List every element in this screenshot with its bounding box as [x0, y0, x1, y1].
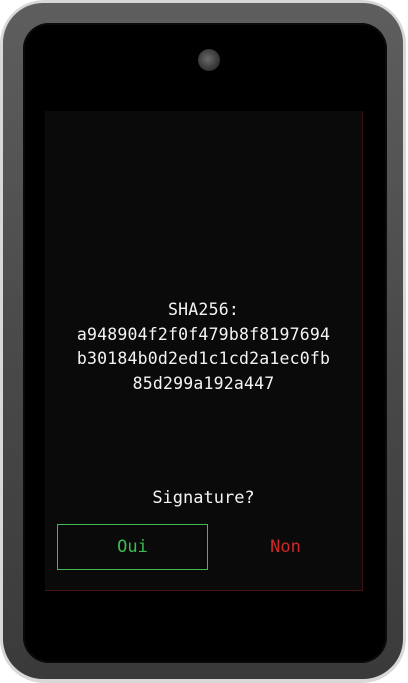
confirm-button-label: Oui [117, 537, 148, 557]
hardware-wallet-device: SHA256: a948904f2f0f479b8f8197694 b30184… [3, 3, 403, 679]
hash-line-2: b30184b0d2ed1c1cd2a1ec0fb [76, 349, 331, 368]
cancel-button[interactable]: Non [208, 524, 363, 570]
cancel-button-label: Non [270, 537, 301, 557]
signature-prompt: Signature? [152, 488, 255, 508]
camera-icon [198, 49, 220, 71]
hash-display: SHA256: a948904f2f0f479b8f8197694 b30184… [45, 298, 362, 396]
hash-line-1: a948904f2f0f479b8f8197694 [76, 324, 331, 344]
confirm-button[interactable]: Oui [57, 524, 208, 570]
hash-line-3: 85d299a192a447 [132, 373, 275, 393]
hash-label: SHA256: [168, 300, 239, 319]
device-screen: SHA256: a948904f2f0f479b8f8197694 b30184… [45, 111, 363, 591]
